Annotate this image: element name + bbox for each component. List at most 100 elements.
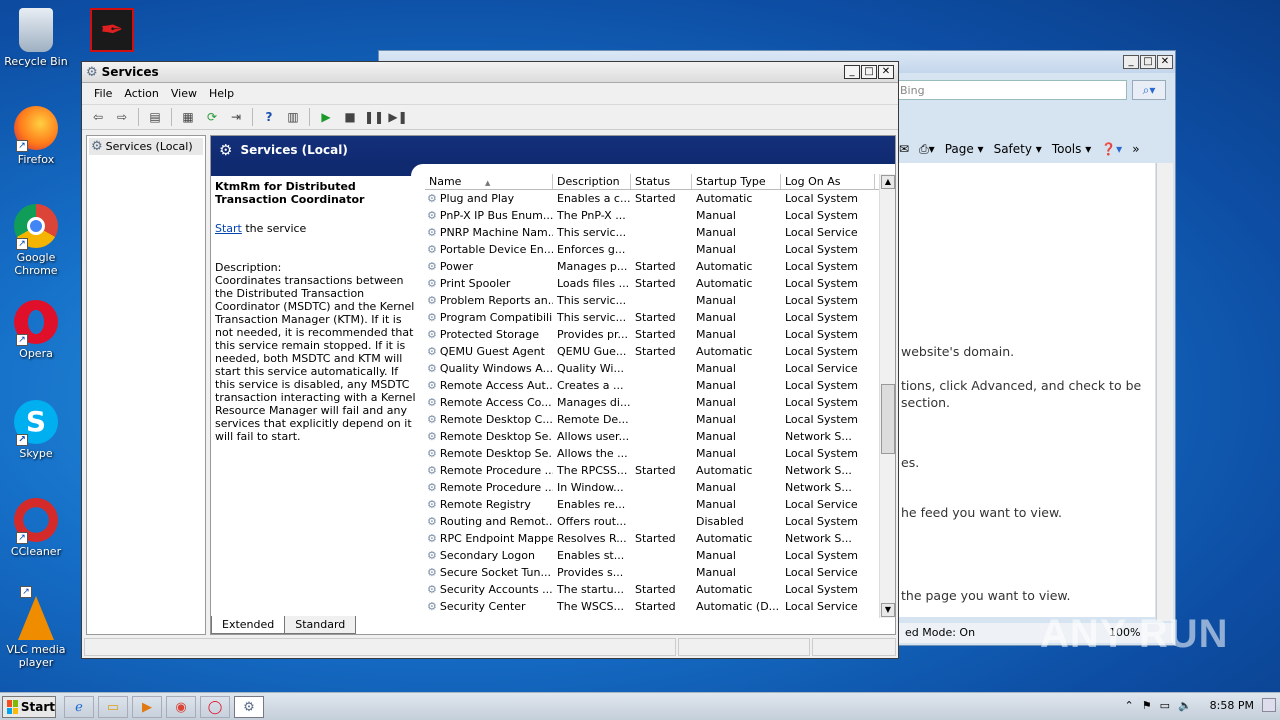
table-row[interactable]: ⚙ Remote Access Aut... Creates a ... Manual…	[425, 377, 895, 394]
table-row[interactable]: ⚙ Portable Device En... Enforces g... Manua…	[425, 241, 895, 258]
desktop-icon-skype[interactable]: S ↗ Skype	[4, 400, 68, 460]
menu-help[interactable]: Help	[203, 85, 240, 102]
table-row[interactable]: ⚙ Remote Procedure ... The RPCSS... Started…	[425, 462, 895, 479]
ie-scrollbar[interactable]	[1156, 163, 1173, 621]
menu-action[interactable]: Action	[118, 85, 164, 102]
column-header-log-on-as[interactable]: Log On As	[781, 174, 875, 189]
table-row[interactable]: ⚙ Security Center The WSCS... Started Automa…	[425, 598, 895, 615]
service-logon-cell: Local System	[785, 277, 859, 290]
maximize-button[interactable]: □	[1140, 55, 1156, 69]
table-row[interactable]: ⚙ Power Manages p... Started Automatic Local …	[425, 258, 895, 275]
taskbar-chrome-icon[interactable]: ◉	[166, 696, 196, 718]
volume-icon[interactable]: 🔈	[1178, 699, 1192, 712]
table-row[interactable]: ⚙ Remote Desktop Se... Allows the ... Manua…	[425, 445, 895, 462]
mail-icon[interactable]: ✉	[899, 142, 909, 156]
desktop-icon-firefox[interactable]: ↗ Firefox	[4, 106, 68, 166]
action-center-flag-icon[interactable]: ⚑	[1142, 699, 1152, 712]
table-row[interactable]: ⚙ Routing and Remot... Offers rout... Disab…	[425, 513, 895, 530]
network-icon[interactable]: ▭	[1160, 699, 1170, 712]
refresh-icon[interactable]: ⟳	[202, 107, 222, 127]
desktop-icon-opera[interactable]: ↗ Opera	[4, 300, 68, 360]
taskbar-services-icon[interactable]: ⚙	[234, 696, 264, 718]
table-row[interactable]: ⚙ QEMU Guest Agent QEMU Gue... Started Autom…	[425, 343, 895, 360]
service-logon-cell: Local Service	[785, 362, 858, 375]
pause-service-icon[interactable]: ❚❚	[364, 107, 384, 127]
table-row[interactable]: ⚙ Remote Registry Enables re... Manual Local…	[425, 496, 895, 513]
back-icon[interactable]: ⇦	[88, 107, 108, 127]
ie-search-input[interactable]: Bing	[895, 80, 1127, 100]
scroll-thumb[interactable]	[881, 384, 895, 454]
table-row[interactable]: ⚙ Remote Desktop C... Remote De... Manual Lo…	[425, 411, 895, 428]
menu-view[interactable]: View	[165, 85, 203, 102]
show-hidden-icons-icon[interactable]: ⌃	[1124, 699, 1133, 712]
console-tree-icon[interactable]: ▤	[145, 107, 165, 127]
close-button[interactable]: ✕	[1157, 55, 1173, 69]
restart-service-icon[interactable]: ▶❚	[388, 107, 408, 127]
close-button[interactable]: ✕	[878, 65, 894, 79]
table-row[interactable]: ⚙ RPC Endpoint Mapper Resolves R... Started…	[425, 530, 895, 547]
menu-file[interactable]: File	[88, 85, 118, 102]
table-row[interactable]: ⚙ Program Compatibili... This servic... Sta…	[425, 309, 895, 326]
service-name: Secondary Logon	[439, 549, 535, 562]
start-button[interactable]: Start	[2, 696, 56, 718]
search-icon[interactable]: ⌕▾	[1132, 80, 1166, 100]
safety-menu[interactable]: Safety ▾	[994, 142, 1042, 156]
taskbar-media-player-icon[interactable]: ▶	[132, 696, 162, 718]
table-row[interactable]: ⚙ Remote Procedure ... In Window... Manual N…	[425, 479, 895, 496]
desktop-icon-chrome[interactable]: ↗ Google Chrome	[4, 204, 68, 277]
start-service-icon[interactable]: ▶	[316, 107, 336, 127]
pane-title: Services (Local)	[240, 143, 348, 157]
taskbar-explorer-icon[interactable]: ▭	[98, 696, 128, 718]
table-row[interactable]: ⚙ Plug and Play Enables a c... Started Autom…	[425, 190, 895, 207]
table-row[interactable]: ⚙ Remote Access Co... Manages di... Manual L…	[425, 394, 895, 411]
services-window[interactable]: ⚙ Services _ □ ✕ File Action View Help ⇦…	[81, 61, 899, 659]
table-row[interactable]: ⚙ PnP-X IP Bus Enum... The PnP-X ... Manual…	[425, 207, 895, 224]
properties-icon[interactable]: ▦	[178, 107, 198, 127]
table-row[interactable]: ⚙ Quality Windows A... Quality Wi... Manual…	[425, 360, 895, 377]
start-service-suffix: the service	[241, 222, 307, 235]
service-logon-cell: Network S...	[785, 481, 852, 494]
tools-menu[interactable]: Tools ▾	[1052, 142, 1091, 156]
ccleaner-icon: ↗	[14, 498, 58, 544]
minimize-button[interactable]: _	[1123, 55, 1139, 69]
table-row[interactable]: ⚙ Problem Reports an... This servic... Manu…	[425, 292, 895, 309]
clock[interactable]: 8:58 PM	[1210, 699, 1254, 712]
stop-service-icon[interactable]: ■	[340, 107, 360, 127]
scroll-up-arrow-icon[interactable]: ▲	[881, 175, 895, 189]
services-titlebar[interactable]: ⚙ Services	[82, 62, 898, 83]
tab-standard[interactable]: Standard	[284, 616, 357, 634]
export-icon[interactable]: ⇥	[226, 107, 246, 127]
column-header-name[interactable]: Name ▲	[425, 174, 553, 189]
forward-icon[interactable]: ⇨	[112, 107, 132, 127]
show-hide-icon[interactable]: ▥	[283, 107, 303, 127]
minimize-button[interactable]: _	[844, 65, 860, 79]
maximize-button[interactable]: □	[861, 65, 877, 79]
chevron-right-icon[interactable]: »	[1132, 142, 1139, 156]
table-row[interactable]: ⚙ Remote Desktop Se... Allows user... Manua…	[425, 428, 895, 445]
table-row[interactable]: ⚙ Security Accounts ... The startu... Start…	[425, 581, 895, 598]
help-icon[interactable]: ?	[259, 107, 279, 127]
desktop-icon-vlc[interactable]: ↗ VLC media player	[4, 586, 68, 669]
table-row[interactable]: ⚙ Secure Socket Tun... Provides s... Manual…	[425, 564, 895, 581]
list-scrollbar[interactable]: ▲ ▼	[879, 174, 895, 618]
table-row[interactable]: ⚙ PNRP Machine Nam... This servic... Manual…	[425, 224, 895, 241]
tree-item-services-local[interactable]: ⚙ Services (Local)	[89, 138, 203, 155]
start-service-link[interactable]: Start	[215, 222, 242, 235]
taskbar-ie-icon[interactable]: ℯ	[64, 696, 94, 718]
table-row[interactable]: ⚙ Protected Storage Provides pr... Started M…	[425, 326, 895, 343]
column-header-description[interactable]: Description	[553, 174, 631, 189]
page-menu[interactable]: Page ▾	[945, 142, 984, 156]
column-header-status[interactable]: Status	[631, 174, 692, 189]
help-icon[interactable]: ❓▾	[1101, 142, 1122, 156]
taskbar-opera-icon[interactable]: ◯	[200, 696, 230, 718]
table-row[interactable]: ⚙ Secondary Logon Enables st... Manual Local…	[425, 547, 895, 564]
column-header-startup-type[interactable]: Startup Type	[692, 174, 781, 189]
print-icon[interactable]: ⎙▾	[919, 142, 935, 157]
desktop-icon-acrobat[interactable]: ✒	[90, 8, 134, 52]
desktop-icon-recycle-bin[interactable]: Recycle Bin	[4, 8, 68, 68]
tab-extended[interactable]: Extended	[211, 616, 286, 634]
scroll-down-arrow-icon[interactable]: ▼	[881, 603, 895, 617]
table-row[interactable]: ⚙ Print Spooler Loads files ... Started Auto…	[425, 275, 895, 292]
show-desktop-button[interactable]	[1262, 698, 1276, 712]
desktop-icon-ccleaner[interactable]: ↗ CCleaner	[4, 498, 68, 558]
